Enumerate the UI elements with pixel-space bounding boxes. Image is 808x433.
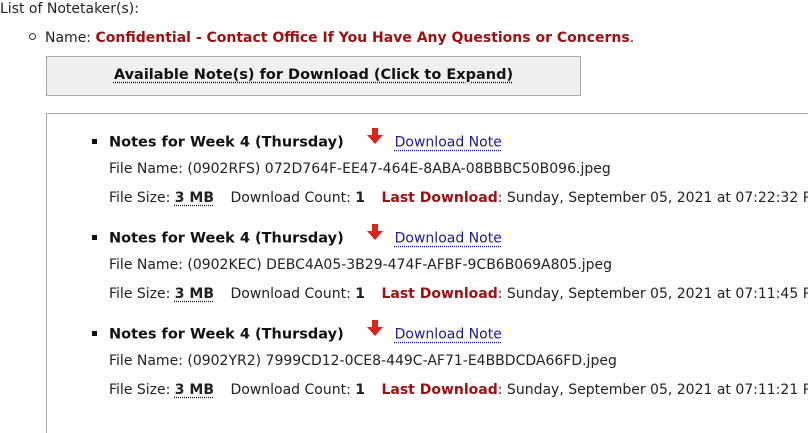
file-meta-row: File Size: 3 MB Download Count: 1 Last D… (109, 381, 808, 399)
circle-bullet-icon (29, 32, 36, 40)
file-size-value: 3 MB (174, 382, 215, 398)
last-download-label: Last Download (381, 286, 498, 302)
file-name-value: (0902KEC) DEBC4A05-3B29-474F-AFBF-9CB6B0… (187, 257, 613, 273)
download-note-link[interactable]: Download Note (395, 327, 502, 343)
file-name-label: File Name: (109, 353, 183, 369)
file-name-value: (0902YR2) 7999CD12-0CE8-449C-AF71-E4BBDC… (187, 353, 617, 369)
download-arrow-icon[interactable] (366, 223, 384, 248)
square-bullet-icon (92, 235, 97, 240)
note-item: Notes for Week 4 (Thursday) Download Not… (92, 127, 808, 206)
note-title: Notes for Week 4 (Thursday) (109, 326, 344, 343)
square-bullet-icon (92, 139, 97, 144)
notes-panel: Notes for Week 4 (Thursday) Download Not… (46, 113, 808, 433)
file-name-row: File Name: (0902KEC) DEBC4A05-3B29-474F-… (109, 256, 612, 274)
file-name-row: File Name: (0902RFS) 072D764F-EE47-464E-… (109, 160, 611, 178)
download-count-label: Download Count: (230, 190, 351, 206)
file-size-value: 3 MB (174, 190, 215, 206)
file-name-label: File Name: (109, 257, 183, 273)
download-note-link[interactable]: Download Note (395, 135, 502, 151)
file-meta-row: File Size: 3 MB Download Count: 1 Last D… (109, 285, 808, 303)
note-item: Notes for Week 4 (Thursday) Download Not… (92, 319, 808, 398)
file-name-value: (0902RFS) 072D764F-EE47-464E-8ABA-08BBBC… (187, 161, 611, 177)
last-download-value: : Sunday, September 05, 2021 at 07:11:45… (497, 286, 808, 302)
note-item: Notes for Week 4 (Thursday) Download Not… (92, 223, 808, 302)
note-title-row: Notes for Week 4 (Thursday) Download Not… (92, 127, 502, 152)
file-size-value: 3 MB (174, 286, 215, 302)
note-title: Notes for Week 4 (Thursday) (109, 230, 344, 247)
file-meta-row: File Size: 3 MB Download Count: 1 Last D… (109, 189, 808, 207)
last-download-value: : Sunday, September 05, 2021 at 07:11:21… (497, 382, 808, 398)
file-size-label: File Size: (109, 190, 171, 206)
notetaker-name-label: Name: (45, 30, 92, 46)
file-size-label: File Size: (109, 286, 171, 302)
last-download-value: : Sunday, September 05, 2021 at 07:22:32… (497, 190, 808, 206)
download-arrow-icon[interactable] (366, 319, 384, 344)
notetaker-row: Name: Confidential - Contact Office If Y… (29, 28, 634, 48)
download-note-link[interactable]: Download Note (395, 231, 502, 247)
download-count-value: 1 (355, 382, 366, 398)
download-count-label: Download Count: (230, 382, 351, 398)
list-heading: List of Notetaker(s): (0, 1, 139, 17)
file-name-row: File Name: (0902YR2) 7999CD12-0CE8-449C-… (109, 352, 617, 370)
notetaker-trailing: . (629, 30, 635, 46)
note-title-row: Notes for Week 4 (Thursday) Download Not… (92, 319, 502, 344)
expand-notes-label[interactable]: Available Note(s) for Download (Click to… (114, 67, 513, 83)
note-title: Notes for Week 4 (Thursday) (109, 134, 344, 151)
last-download-label: Last Download (381, 382, 498, 398)
notetaker-name-value: Confidential - Contact Office If You Hav… (95, 30, 630, 46)
last-download-label: Last Download (381, 190, 498, 206)
download-arrow-icon[interactable] (366, 127, 384, 152)
download-count-value: 1 (355, 286, 366, 302)
file-name-label: File Name: (109, 161, 183, 177)
expand-notes-button[interactable]: Available Note(s) for Download (Click to… (46, 56, 581, 96)
note-title-row: Notes for Week 4 (Thursday) Download Not… (92, 223, 502, 248)
download-count-label: Download Count: (230, 286, 351, 302)
download-count-value: 1 (355, 190, 366, 206)
file-size-label: File Size: (109, 382, 171, 398)
square-bullet-icon (92, 331, 97, 336)
